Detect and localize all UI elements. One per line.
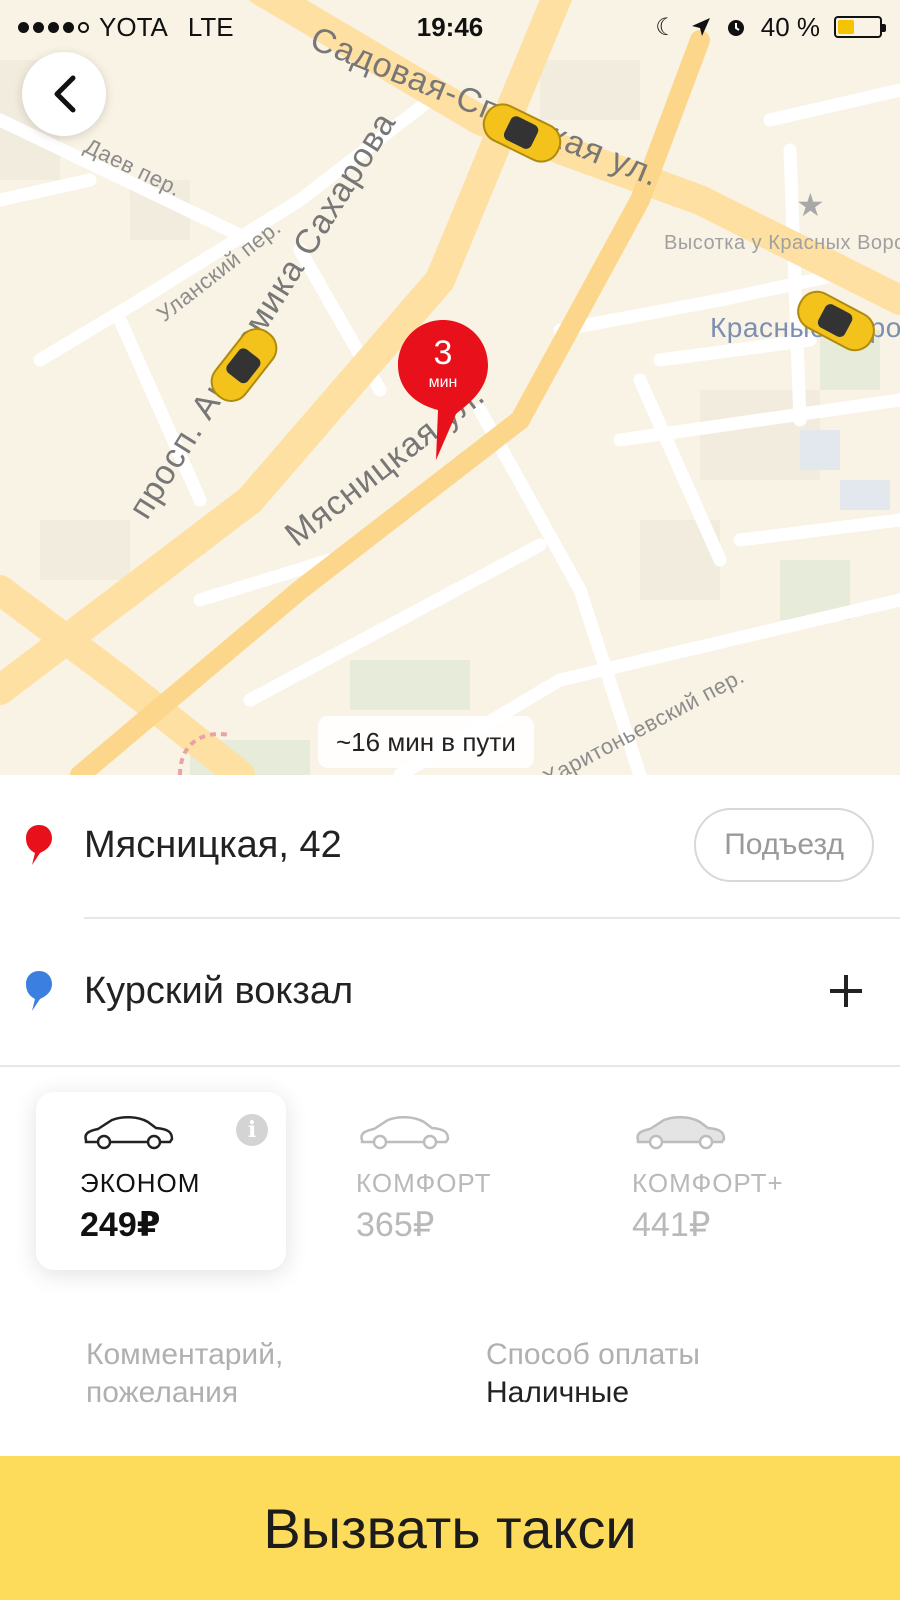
tariff-comfort[interactable]: КОМФОРТ 365₽ [310,1092,560,1270]
pickup-eta-pin: 3 мин [396,318,490,468]
tariff-name: ЭКОНОМ [80,1168,201,1198]
moon-icon: ☾ [655,13,677,41]
payment-method-label: Способ оплаты [486,1338,700,1371]
battery-percent: 40 % [760,11,820,42]
destination-address-row[interactable]: Курский вокзал [0,921,900,1061]
tariff-name: КОМФОРТ [356,1168,492,1198]
status-bar: YOTA LTE 19:46 ☾ 40 % [0,0,900,54]
network-type: LTE [187,11,234,42]
route-divider [84,917,900,919]
map-view[interactable]: Садовая-Спасская ул. просп. Академика Са… [0,0,900,775]
trip-duration-badge: ~16 мин в пути [318,716,534,768]
section-divider [0,1065,900,1067]
call-taxi-button[interactable]: Вызвать такси [0,1456,900,1600]
pickup-address-row[interactable]: Мясницкая, 42 Подъезд [0,775,900,919]
plus-icon [830,975,862,1007]
comment-field[interactable]: Комментарий, пожелания [86,1336,406,1412]
entrance-button[interactable]: Подъезд [694,808,874,882]
chevron-left-icon [54,75,76,113]
signal-strength-icon [18,21,89,33]
info-icon[interactable]: i [236,1114,268,1146]
location-arrow-icon [691,18,710,36]
pickup-address: Мясницкая, 42 [84,823,342,866]
tariff-econom[interactable]: ЭКОНОМ 249₽ i [36,1092,286,1270]
add-stop-button[interactable] [818,963,874,1019]
battery-icon [834,16,886,38]
tariff-name: КОМФОРТ+ [632,1168,784,1198]
star-icon: ★ [796,187,825,223]
car-icon [636,1116,726,1150]
carrier-name: YOTA [99,11,168,42]
alarm-icon [727,20,744,36]
poi-label-vysotka: Высотка у Красных Ворот [664,232,900,254]
order-options: Комментарий, пожелания Способ оплаты Нал… [0,1336,900,1426]
tariff-selector: ЭКОНОМ 249₽ i КОМФОРТ 365₽ КОМФОРТ+ 441₽ [0,1092,900,1272]
payment-method-field[interactable]: Способ оплаты Наличные [486,1336,846,1412]
payment-method-value: Наличные [486,1376,630,1409]
destination-address: Курский вокзал [84,969,354,1012]
car-icon [360,1116,450,1150]
tariff-price: 365₽ [356,1206,435,1244]
route-panel: Мясницкая, 42 Подъезд Курский вокзал [0,775,900,1067]
destination-pin-icon [26,971,52,1011]
tariff-price: 249₽ [80,1206,161,1244]
tariff-comfort-plus[interactable]: КОМФОРТ+ 441₽ [586,1092,836,1270]
pickup-pin-icon [26,825,52,865]
tariff-price: 441₽ [632,1206,711,1244]
back-button[interactable] [22,52,106,136]
car-icon [84,1116,174,1150]
eta-minutes: 3 [433,334,453,372]
eta-unit: мин [428,374,458,391]
